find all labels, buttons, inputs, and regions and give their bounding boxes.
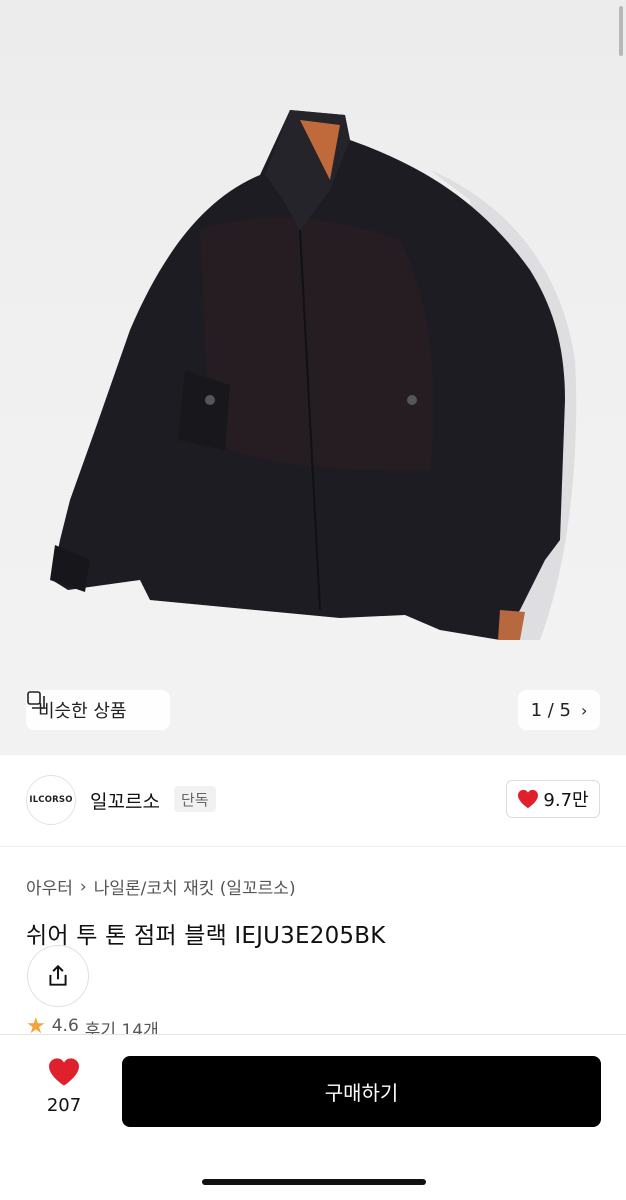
brand-logo[interactable]: ILCORSO: [26, 775, 76, 825]
heart-icon: [518, 789, 539, 809]
rating-score: 4.6: [51, 1016, 79, 1036]
rating-row[interactable]: ★ 4.6 후기 14개: [26, 1016, 159, 1036]
image-counter[interactable]: 1 / 5 ›: [518, 690, 600, 730]
similar-icon: [27, 691, 45, 709]
product-title: 쉬어 투 톤 점퍼 블랙 IEJU3E205BK: [26, 923, 386, 949]
home-indicator[interactable]: [202, 1179, 426, 1185]
brand-like-button[interactable]: 9.7만: [506, 780, 600, 818]
brand-logo-text: ILCORSO: [29, 795, 73, 805]
breadcrumb-category[interactable]: 아우터: [26, 874, 73, 899]
brand-like-count: 9.7만: [543, 790, 589, 811]
scroll-indicator[interactable]: [619, 6, 623, 56]
similar-products-button[interactable]: 비슷한 상품: [26, 690, 170, 730]
brand-name[interactable]: 일꼬르소: [90, 787, 160, 814]
chevron-right-icon: ›: [79, 876, 87, 897]
product-image-carousel[interactable]: 비슷한 상품 1 / 5 ›: [0, 0, 626, 755]
image-counter-text: 1 / 5: [530, 699, 571, 721]
breadcrumb: 아우터 › 나일론/코치 재킷 (일꼬르소): [26, 874, 296, 900]
heart-icon: [49, 1058, 79, 1086]
breadcrumb-subcategory[interactable]: 나일론/코치 재킷 (일꼬르소): [94, 874, 296, 899]
star-icon: ★: [26, 1016, 46, 1036]
jacket-photo: [50, 110, 577, 640]
bottom-action-bar: 207 구매하기: [0, 1034, 626, 1200]
brand-row: ILCORSO 일꼬르소 단독 9.7만: [0, 755, 626, 847]
review-count[interactable]: 후기 14개: [85, 1016, 159, 1036]
chevron-right-icon: ›: [581, 700, 588, 720]
share-button[interactable]: [27, 945, 89, 1007]
share-icon: [49, 964, 67, 986]
exclusive-badge: 단독: [174, 786, 216, 812]
wishlist-button[interactable]: 207: [36, 1057, 92, 1116]
buy-button[interactable]: 구매하기: [122, 1056, 601, 1127]
wishlist-count: 207: [46, 1095, 82, 1116]
similar-products-label: 비슷한 상품: [38, 701, 127, 722]
